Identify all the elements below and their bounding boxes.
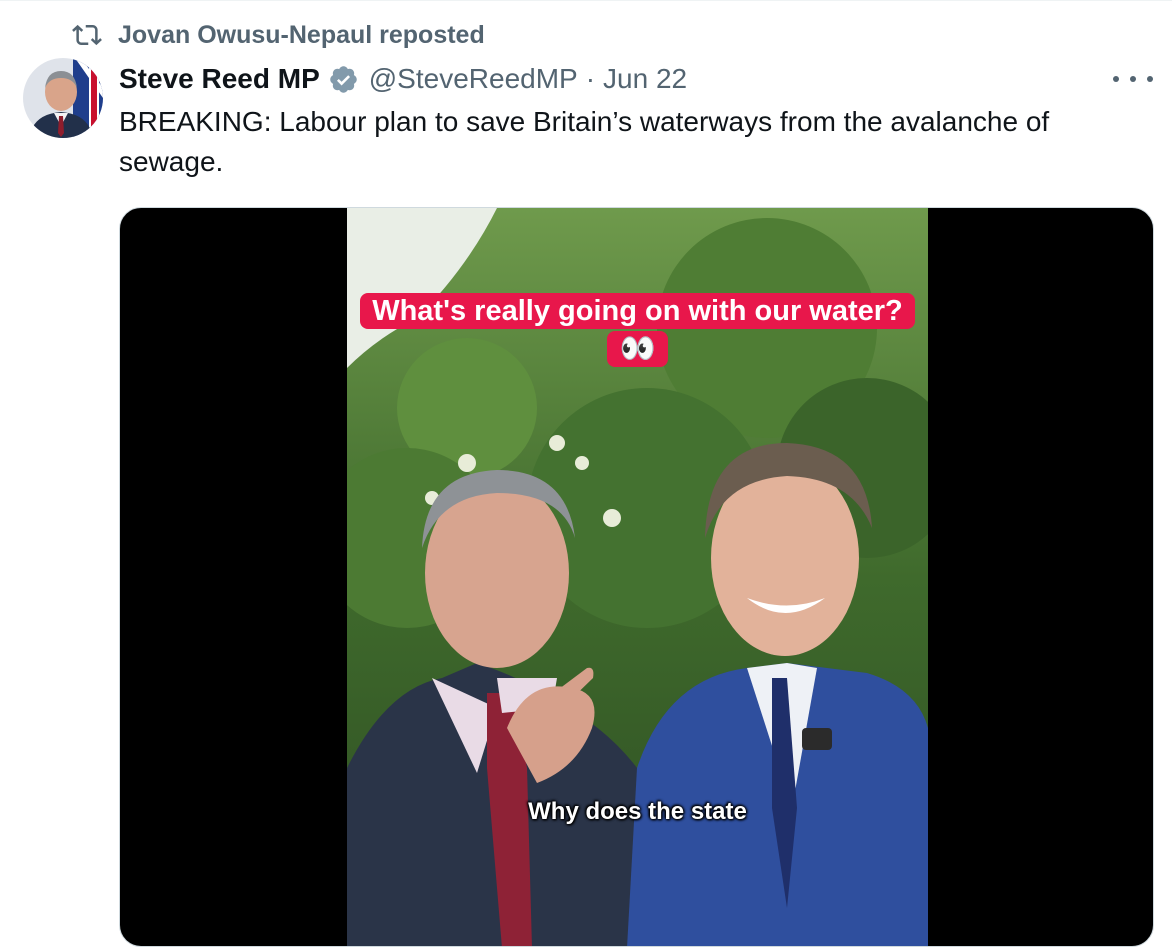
tweet-date[interactable]: Jun 22 xyxy=(603,63,687,95)
video-subtitle: Why does the state xyxy=(528,798,747,825)
more-options-icon[interactable] xyxy=(1113,66,1153,92)
repost-context[interactable]: Jovan Owusu-Nepaul reposted xyxy=(72,18,485,52)
video-caption-headline: What's really going on with our water? 👀 xyxy=(347,292,928,368)
top-divider xyxy=(0,0,1172,1)
verified-badge-icon[interactable] xyxy=(328,64,359,95)
tweet-text: BREAKING: Labour plan to save Britain’s … xyxy=(119,106,1050,177)
tweet-header: Steve Reed MP @SteveReedMP · Jun 22 xyxy=(119,58,687,100)
author-display-name[interactable]: Steve Reed MP xyxy=(119,63,320,95)
avatar[interactable] xyxy=(23,58,103,138)
video-player[interactable]: What's really going on with our water? 👀… xyxy=(119,207,1154,947)
repost-label: Jovan Owusu-Nepaul reposted xyxy=(118,20,485,49)
header-separator: · xyxy=(585,63,596,94)
author-handle[interactable]: @SteveReedMP xyxy=(369,63,578,95)
repost-icon xyxy=(72,24,102,46)
video-frame[interactable]: What's really going on with our water? 👀… xyxy=(347,208,928,946)
